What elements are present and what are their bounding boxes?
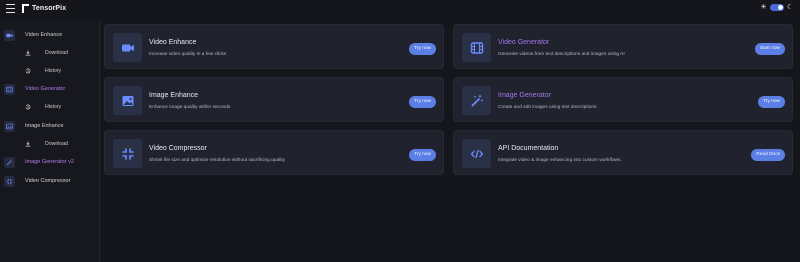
card-title: Video Compressor <box>149 145 207 152</box>
sidebar-item-image-generator-v2[interactable]: Image Generator v2 <box>0 155 100 169</box>
image-icon <box>4 120 15 132</box>
theme-toggle[interactable] <box>770 4 784 11</box>
image-icon <box>113 86 142 115</box>
sidebar-item-image-download[interactable]: Download <box>0 137 100 151</box>
film-icon <box>462 33 491 62</box>
magic-wand-icon <box>462 86 491 115</box>
compress-icon <box>4 175 15 187</box>
theme-controls: ☀ ☾ <box>760 4 794 11</box>
sidebar-item-video-compressor[interactable]: Video Compressor <box>0 174 100 188</box>
sidebar: Video Enhance Download History Video Gen… <box>0 20 100 262</box>
try-now-button[interactable]: Try now <box>409 149 436 161</box>
top-bar: TensorPix ☀ ☾ <box>0 0 800 20</box>
sidebar-item-label: Video Compressor <box>25 178 71 184</box>
video-camera-icon <box>4 29 15 41</box>
magic-wand-icon <box>4 156 15 168</box>
card-description: Integrate video & image enhancing into c… <box>498 158 622 163</box>
main-content: Video Enhance Increase video quality in … <box>100 20 800 262</box>
menu-icon[interactable] <box>6 4 15 13</box>
history-icon <box>24 104 31 111</box>
card-image-generator: Image Generator Create and edit images u… <box>453 77 793 122</box>
card-title: Image Generator <box>498 92 551 99</box>
sidebar-item-label: Download <box>45 141 69 147</box>
card-title: Video Generator <box>498 39 550 46</box>
card-image-enhance: Image Enhance Enhance image quality with… <box>104 77 444 122</box>
download-icon <box>24 50 31 57</box>
compress-icon <box>113 139 142 168</box>
code-icon <box>462 139 491 168</box>
card-description: Enhance image quality within seconds <box>149 105 231 110</box>
sidebar-item-generator-history[interactable]: History <box>0 100 100 114</box>
sidebar-item-video-generator[interactable]: Video Generator <box>0 82 100 96</box>
card-api-documentation: API Documentation Integrate video & imag… <box>453 130 793 175</box>
moon-icon: ☾ <box>787 4 794 11</box>
sidebar-item-label: Video Enhance <box>25 32 63 38</box>
film-icon <box>4 83 15 95</box>
sidebar-item-video-download[interactable]: Download <box>0 46 100 60</box>
card-title: Video Enhance <box>149 39 197 46</box>
card-description: Shrink file size and optimize resolution… <box>149 158 285 163</box>
video-camera-icon <box>113 33 142 62</box>
logo[interactable]: TensorPix <box>22 4 66 13</box>
card-description: Increase video quality in a few clicks <box>149 52 227 57</box>
sidebar-item-label: History <box>45 104 62 110</box>
sun-icon: ☀ <box>760 4 767 11</box>
sidebar-item-label: Download <box>45 50 69 56</box>
sidebar-item-label: History <box>45 68 62 74</box>
try-now-button[interactable]: Try now <box>409 43 436 55</box>
card-title: API Documentation <box>498 145 559 152</box>
sidebar-item-image-enhance[interactable]: Image Enhance <box>0 119 100 133</box>
start-now-button[interactable]: Start now <box>754 43 785 55</box>
sidebar-item-label: Image Generator v2 <box>25 159 74 165</box>
read-docs-button[interactable]: Read Docs <box>751 149 785 161</box>
card-video-enhance: Video Enhance Increase video quality in … <box>104 24 444 69</box>
sidebar-item-video-enhance[interactable]: Video Enhance <box>0 28 100 42</box>
app-title: TensorPix <box>32 5 67 12</box>
history-icon <box>24 68 31 75</box>
sidebar-item-label: Video Generator <box>25 86 66 92</box>
card-description: Generate videos from text descriptions a… <box>498 52 625 57</box>
try-now-button[interactable]: Try now <box>758 96 785 108</box>
logo-mark-icon <box>22 4 29 13</box>
sidebar-item-label: Image Enhance <box>25 123 64 129</box>
card-description: Create and edit images using text descri… <box>498 105 597 110</box>
try-now-button[interactable]: Try now <box>409 96 436 108</box>
card-video-compressor: Video Compressor Shrink file size and op… <box>104 130 444 175</box>
card-video-generator: Video Generator Generate videos from tex… <box>453 24 793 69</box>
card-title: Image Enhance <box>149 92 199 99</box>
sidebar-item-video-history[interactable]: History <box>0 64 100 78</box>
download-icon <box>24 141 31 148</box>
